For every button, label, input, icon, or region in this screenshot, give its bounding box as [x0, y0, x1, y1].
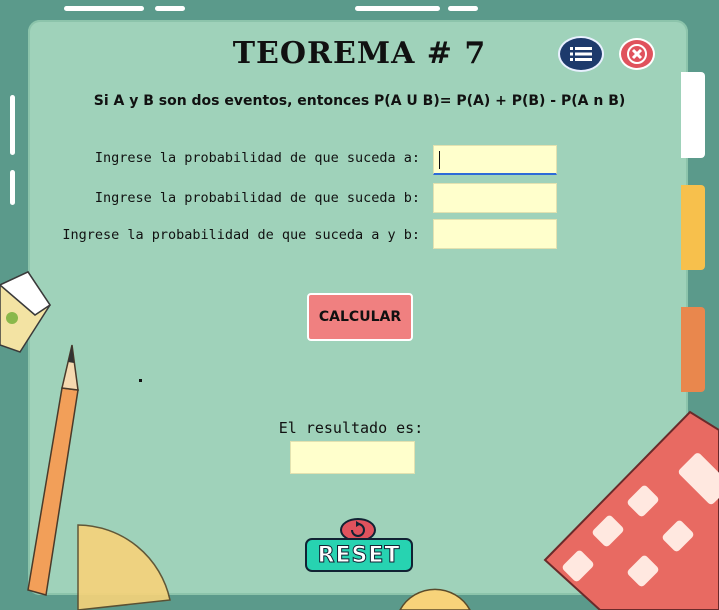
eraser-icon	[0, 271, 52, 353]
list-icon	[570, 47, 592, 61]
probability-a-input[interactable]	[433, 145, 557, 175]
probability-a-label: Ingrese la probabilidad de que suceda a:	[94, 150, 420, 166]
probability-b-label: Ingrese la probabilidad de que suceda b:	[94, 190, 420, 206]
result-output	[290, 441, 415, 474]
refresh-arrow	[351, 521, 365, 537]
text-caret	[439, 151, 440, 169]
close-icon	[627, 44, 647, 64]
calculator-icon	[543, 410, 719, 610]
page-title: TEOREMA # 7	[232, 36, 487, 71]
close-button[interactable]	[619, 38, 655, 70]
calculate-button[interactable]: CALCULAR	[307, 293, 413, 341]
pencil-icon	[27, 344, 79, 596]
theorem-formula: Si A y B son dos eventos, entonces P(A U…	[93, 93, 626, 109]
reset-button[interactable]: RESET	[305, 538, 413, 572]
stray-dot	[139, 379, 142, 382]
menu-button[interactable]	[558, 36, 604, 72]
probability-b-input[interactable]	[433, 183, 557, 213]
result-label: El resultado es:	[278, 419, 424, 437]
probability-ab-label: Ingrese la probabilidad de que suceda a …	[62, 227, 420, 243]
probability-ab-input[interactable]	[433, 219, 557, 249]
